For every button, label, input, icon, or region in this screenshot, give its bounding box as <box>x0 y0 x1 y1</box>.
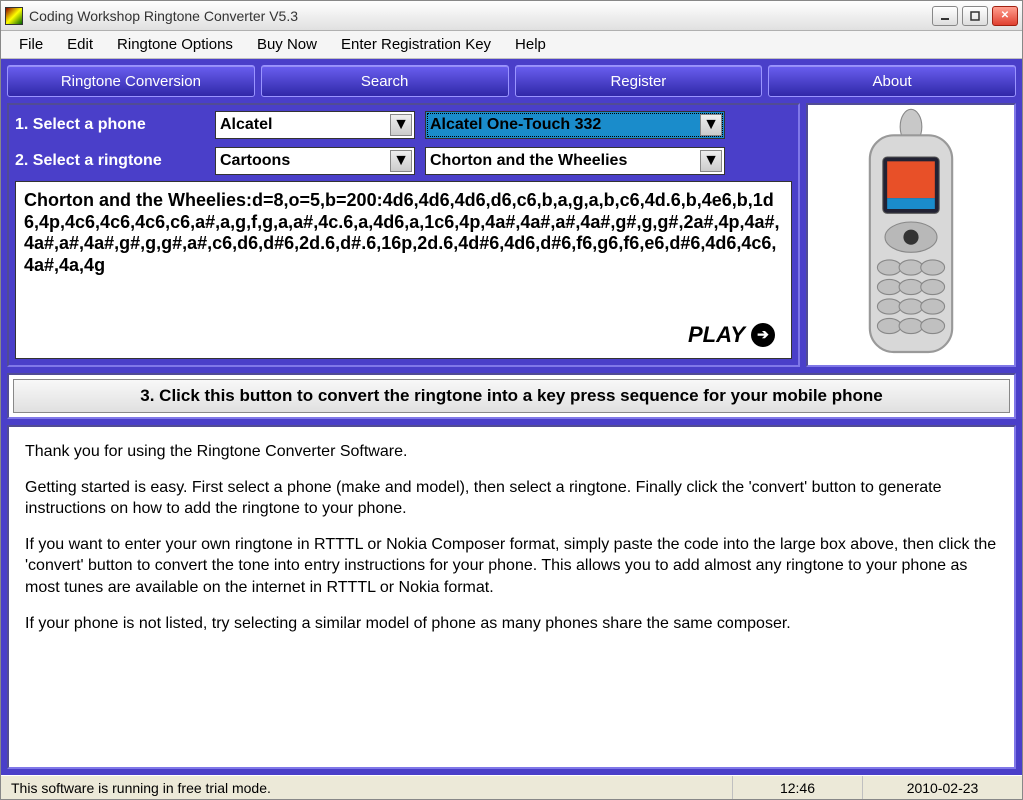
instructions-panel: Thank you for using the Ringtone Convert… <box>7 425 1016 769</box>
rtttl-code: Chorton and the Wheelies:d=8,o=5,b=200:4… <box>24 190 783 320</box>
phone-brand-value: Alcatel <box>220 116 272 134</box>
dropdown-arrow-icon: ▼ <box>700 150 722 172</box>
tab-ringtone-conversion[interactable]: Ringtone Conversion <box>7 65 255 97</box>
titlebar: Coding Workshop Ringtone Converter V5.3 … <box>1 1 1022 31</box>
tab-register[interactable]: Register <box>515 65 763 97</box>
convert-row: 3. Click this button to convert the ring… <box>7 373 1016 419</box>
left-panel: 1. Select a phone Alcatel ▼ Alcatel One-… <box>7 103 800 367</box>
app-icon <box>5 7 23 25</box>
phone-model-value: Alcatel One-Touch 332 <box>430 116 601 134</box>
instructions-p1: Thank you for using the Ringtone Convert… <box>25 441 998 463</box>
ringtone-name-value: Chorton and the Wheelies <box>430 152 627 170</box>
maximize-button[interactable] <box>962 6 988 26</box>
instructions-p2: Getting started is easy. First select a … <box>25 477 998 520</box>
menubar: File Edit Ringtone Options Buy Now Enter… <box>1 31 1022 59</box>
rtttl-textarea[interactable]: Chorton and the Wheelies:d=8,o=5,b=200:4… <box>15 181 792 359</box>
window-buttons: ✕ <box>932 6 1018 26</box>
ringtone-row: 2. Select a ringtone Cartoons ▼ Chorton … <box>15 147 792 175</box>
phone-row: 1. Select a phone Alcatel ▼ Alcatel One-… <box>15 111 792 139</box>
instructions-p4: If your phone is not listed, try selecti… <box>25 613 998 635</box>
menu-edit[interactable]: Edit <box>55 32 105 57</box>
menu-buy-now[interactable]: Buy Now <box>245 32 329 57</box>
tab-about[interactable]: About <box>768 65 1016 97</box>
play-button[interactable]: PLAY ➔ <box>680 320 783 350</box>
menu-file[interactable]: File <box>7 32 55 57</box>
phone-brand-dropdown[interactable]: Alcatel ▼ <box>215 111 415 139</box>
ringtone-name-dropdown[interactable]: Chorton and the Wheelies ▼ <box>425 147 725 175</box>
app-window: Coding Workshop Ringtone Converter V5.3 … <box>0 0 1023 800</box>
dropdown-arrow-icon: ▼ <box>390 150 412 172</box>
status-mode: This software is running in free trial m… <box>1 776 732 799</box>
instructions-p3: If you want to enter your own ringtone i… <box>25 534 998 599</box>
ringtone-category-dropdown[interactable]: Cartoons ▼ <box>215 147 415 175</box>
menu-help[interactable]: Help <box>503 32 558 57</box>
dropdown-arrow-icon: ▼ <box>700 114 722 136</box>
minimize-button[interactable] <box>932 6 958 26</box>
phone-preview <box>806 103 1016 367</box>
status-time: 12:46 <box>732 776 862 799</box>
menu-ringtone-options[interactable]: Ringtone Options <box>105 32 245 57</box>
phone-model-dropdown[interactable]: Alcatel One-Touch 332 ▼ <box>425 111 725 139</box>
statusbar: This software is running in free trial m… <box>1 775 1022 799</box>
upper-area: 1. Select a phone Alcatel ▼ Alcatel One-… <box>7 103 1016 367</box>
window-title: Coding Workshop Ringtone Converter V5.3 <box>29 8 932 24</box>
selectors: 1. Select a phone Alcatel ▼ Alcatel One-… <box>15 111 792 175</box>
phone-image <box>846 105 976 365</box>
play-label: PLAY <box>688 322 745 348</box>
play-icon: ➔ <box>751 323 775 347</box>
convert-button[interactable]: 3. Click this button to convert the ring… <box>13 379 1010 413</box>
close-button[interactable]: ✕ <box>992 6 1018 26</box>
tab-search[interactable]: Search <box>261 65 509 97</box>
status-date: 2010-02-23 <box>862 776 1022 799</box>
dropdown-arrow-icon: ▼ <box>390 114 412 136</box>
phone-label: 1. Select a phone <box>15 116 205 134</box>
tabbar: Ringtone Conversion Search Register Abou… <box>7 65 1016 97</box>
menu-enter-registration-key[interactable]: Enter Registration Key <box>329 32 503 57</box>
client-area: Ringtone Conversion Search Register Abou… <box>1 59 1022 775</box>
ringtone-label: 2. Select a ringtone <box>15 152 205 170</box>
ringtone-category-value: Cartoons <box>220 152 290 170</box>
